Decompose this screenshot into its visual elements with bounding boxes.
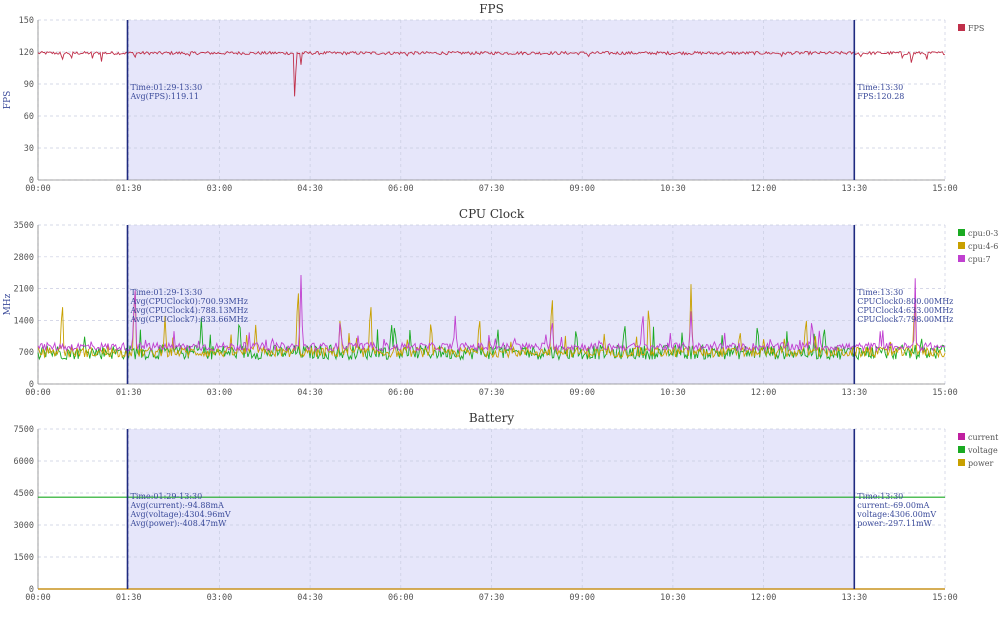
y-tick-label: 700 [19,348,34,358]
x-tick-label: 12:00 [751,593,777,603]
y-tick-label: 90 [24,80,34,90]
x-tick-label: 10:30 [660,388,686,398]
y-tick-label: 3500 [14,221,34,231]
annotation-left: Avg(current):-94.88mA [129,501,224,510]
x-tick-label: 15:00 [932,184,958,194]
x-tick-label: 01:30 [116,388,142,398]
annotation-right: current:-69.00mA [857,501,929,510]
legend-label: cpu:0-3 [968,229,998,238]
x-tick-label: 09:00 [569,388,595,398]
x-tick-label: 00:00 [25,388,51,398]
y-tick-label: 1400 [14,316,34,326]
chart-panel-1: CPU Clock0700140021002800350000:00 01:30 0… [3,207,998,398]
legend-swatch [958,242,965,249]
legend-label: cpu:4-6 [968,242,998,251]
annotation-right: CPUClock0:800.00MHz [857,297,953,306]
x-tick-label: 03:00 [207,388,233,398]
annotation-left: Avg(CPUClock4):788.13MHz [129,306,247,315]
annotation-left: Avg(CPUClock0):700.93MHz [129,297,247,306]
x-tick-label: 13:30 [842,593,868,603]
annotation-right: Time:13:30 [857,288,903,297]
y-tick-label: 3000 [14,521,34,531]
x-tick-label: 00:00 [25,184,51,194]
x-tick-label: 00:00 [25,593,51,603]
x-tick-label: 06:00 [388,184,414,194]
chart-panel-2: Battery01500300045006000750000:00 01:30 03… [14,411,1000,603]
legend-label: voltage [967,446,998,455]
legend-swatch [958,433,965,440]
legend-swatch [958,459,965,466]
chart-title: FPS [479,2,504,16]
x-tick-label: 15:00 [932,388,958,398]
annotation-left: Avg(FPS):119.11 [129,92,198,101]
legend-label: power [968,459,994,468]
x-tick-label: 07:30 [479,388,505,398]
x-tick-label: 04:30 [297,593,323,603]
legend-label: cpu:7 [968,255,991,264]
y-axis-label: FPS [3,91,13,109]
y-tick-label: 2100 [14,285,34,295]
chart-panel-0: FPS030609012015000:00 01:30 03:00 04:30 06:0… [3,2,984,194]
x-tick-label: 06:00 [388,593,414,603]
performance-dashboard: FPS030609012015000:00 01:30 03:00 04:30 06:0… [3,2,1000,603]
x-tick-label: 09:00 [569,184,595,194]
x-tick-label: 10:30 [660,593,686,603]
legend-label: current [968,433,999,442]
y-tick-label: 4500 [14,489,34,499]
y-tick-label: 30 [24,144,34,154]
selection-region [127,429,855,589]
annotation-right: CPUClock7:798.00MHz [857,315,953,324]
x-tick-label: 13:30 [842,184,868,194]
x-tick-label: 15:00 [932,593,958,603]
x-tick-label: 01:30 [116,184,142,194]
annotation-left: Time:01:29-13:30 [130,83,202,92]
y-tick-label: 2800 [14,253,34,263]
chart-title: CPU Clock [459,207,525,221]
chart-title: Battery [469,411,514,425]
annotation-left: Time:01:29-13:30 [130,288,202,297]
annotation-right: Time:13:30 [857,83,903,92]
annotation-right: CPUClock4:633.00MHz [857,306,953,315]
y-tick-label: 120 [19,48,34,58]
annotation-right: power:-297.11mW [857,519,932,528]
x-tick-label: 04:30 [297,388,323,398]
y-tick-label: 60 [24,112,34,122]
annotation-left: Avg(CPUClock7):833.66MHz [129,315,247,324]
annotation-left: Avg(voltage):4304.96mV [129,510,230,519]
annotation-left: Avg(power):-408.47mW [129,519,227,528]
legend-swatch [958,255,965,262]
x-tick-label: 09:00 [569,593,595,603]
x-tick-label: 12:00 [751,388,777,398]
y-tick-label: 1500 [14,553,34,563]
x-tick-label: 07:30 [479,593,505,603]
x-tick-label: 06:00 [388,388,414,398]
selection-region [127,20,855,180]
y-tick-label: 7500 [14,425,34,435]
x-tick-label: 03:00 [207,184,233,194]
y-axis-label: MHz [3,293,13,315]
legend-label: FPS [968,24,984,33]
legend-swatch [958,446,965,453]
legend-swatch [958,229,965,236]
x-tick-label: 12:00 [751,184,777,194]
y-tick-label: 150 [19,16,34,26]
x-tick-label: 10:30 [660,184,686,194]
x-tick-label: 13:30 [842,388,868,398]
y-tick-label: 6000 [14,457,34,467]
annotation-right: voltage:4306.00mV [856,510,936,519]
legend-swatch [958,24,965,31]
annotation-right: FPS:120.28 [857,92,904,101]
annotation-right: Time:13:30 [857,492,903,501]
x-tick-label: 03:00 [207,593,233,603]
x-tick-label: 04:30 [297,184,323,194]
annotation-left: Time:01:29-13:30 [130,492,202,501]
x-tick-label: 01:30 [116,593,142,603]
x-tick-label: 07:30 [479,184,505,194]
